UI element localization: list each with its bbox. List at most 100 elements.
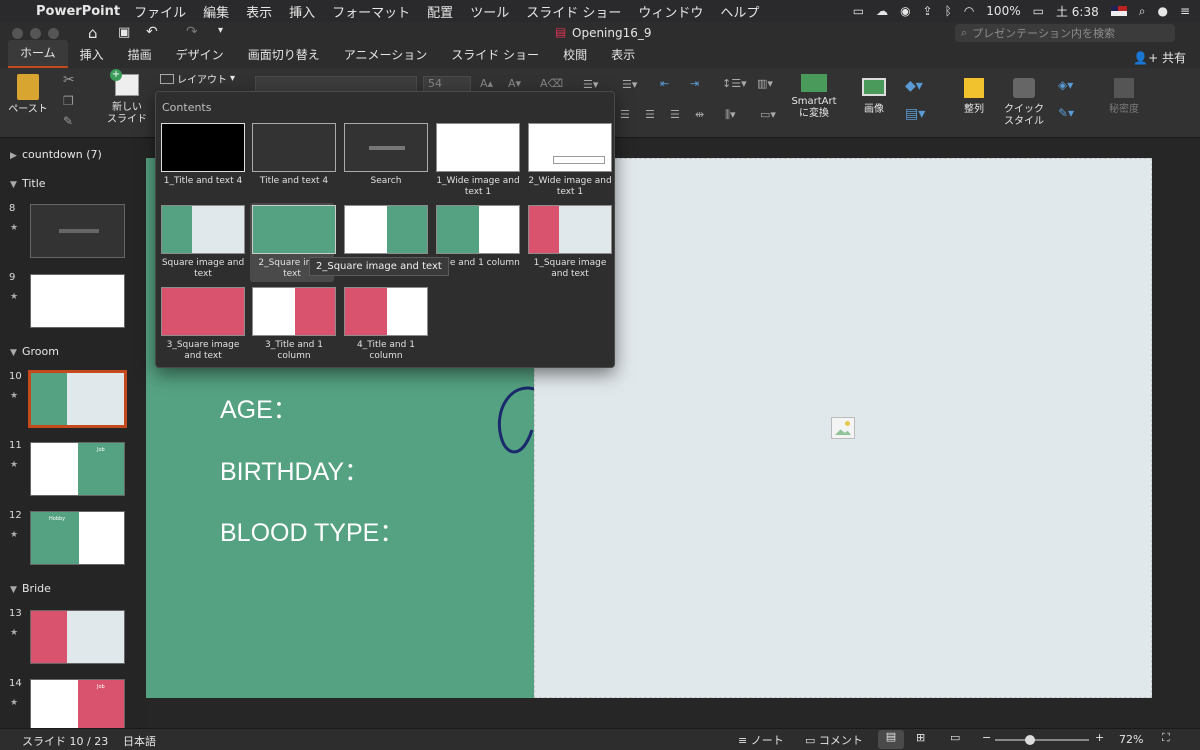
tab-design[interactable]: デザイン [164, 42, 236, 68]
grow-font-icon[interactable]: A▴ [480, 77, 493, 90]
undo-icon[interactable]: ↶ [146, 24, 158, 40]
wifi-icon[interactable]: ◠ [964, 4, 974, 18]
slide-sorter-icon[interactable]: ⊞ [916, 731, 925, 744]
home-icon[interactable]: ⌂ [88, 24, 98, 42]
slide-thumbnail-10[interactable] [28, 370, 127, 428]
cut-icon[interactable]: ✂ [63, 72, 75, 88]
clear-format-icon[interactable]: A⌫ [540, 77, 563, 90]
slide-thumbnail-12[interactable]: Hobby [30, 511, 125, 565]
customize-toolbar-icon[interactable]: ▾ [218, 25, 223, 36]
justify-icon[interactable]: ☰ [670, 108, 680, 121]
bluetooth-icon[interactable]: ᛒ [945, 4, 952, 18]
shape-outline-icon[interactable]: ✎▾ [1058, 106, 1074, 120]
arrange-button[interactable]: 整列 [955, 78, 993, 116]
tab-transitions[interactable]: 画面切り替え [236, 42, 332, 68]
convert-smartart-button[interactable]: SmartArt に変換 [790, 74, 838, 120]
tab-insert[interactable]: 挿入 [68, 42, 116, 68]
slide-thumbnail-panel[interactable]: ▶ countdown (7) ▼ Title 8 ★ 9 ★ ▼ Groom 10 … [0, 138, 146, 728]
slide-thumbnail-13[interactable] [30, 610, 125, 664]
layout-option[interactable]: 2_Wide image and text 1 [528, 123, 612, 198]
battery-icon[interactable]: ▭ [1033, 4, 1044, 18]
tab-review[interactable]: 校閲 [551, 42, 599, 68]
display-icon[interactable]: ▭ [853, 4, 864, 18]
columns-icon[interactable]: ▥▾ [757, 77, 773, 90]
align-right-icon[interactable]: ☰ [645, 108, 655, 121]
tab-draw[interactable]: 描画 [116, 42, 164, 68]
vpn-icon[interactable]: ◉ [900, 4, 910, 18]
picture-button[interactable]: 画像 [856, 78, 892, 116]
tab-animations[interactable]: アニメーション [332, 42, 440, 68]
slide-thumbnail-9[interactable] [30, 274, 125, 328]
increase-indent-icon[interactable]: ⇥ [690, 77, 699, 90]
section-bride[interactable]: ▼ Bride [10, 582, 51, 595]
zoom-out-button[interactable]: − [982, 731, 991, 744]
layout-option[interactable]: 1_Title and text 4 [161, 123, 245, 187]
zoom-in-button[interactable]: + [1095, 731, 1104, 744]
new-slide-button[interactable]: + 新しい スライド [104, 69, 150, 126]
shrink-font-icon[interactable]: A▾ [508, 77, 521, 90]
share-button[interactable]: 👤+ 共有 [1133, 49, 1186, 66]
input-source-flag-icon[interactable] [1110, 6, 1127, 16]
layout-option[interactable]: 1_Wide image and text 1 [436, 123, 520, 198]
menu-insert[interactable]: 挿入 [289, 2, 315, 21]
text-direction-icon[interactable]: ⫼▾ [725, 108, 736, 122]
notes-button[interactable]: ≡ ノート [738, 732, 784, 748]
fullscreen-window-button[interactable] [48, 28, 59, 39]
tab-slideshow[interactable]: スライド ショー [439, 42, 551, 68]
menu-arrange[interactable]: 配置 [427, 2, 453, 21]
cloud-upload-icon[interactable]: ⇪ [923, 4, 933, 18]
normal-view-icon[interactable]: ▤ [878, 730, 904, 749]
textbox-icon[interactable]: ▤▾ [905, 106, 925, 122]
comments-button[interactable]: ▭ コメント [805, 732, 863, 748]
layout-button[interactable]: レイアウト ▾ [160, 71, 235, 86]
menu-slideshow[interactable]: スライド ショー [526, 2, 621, 21]
picture-placeholder-icon[interactable] [831, 417, 855, 439]
document-search-field[interactable]: ⌕ プレゼンテーション内を検索 [955, 24, 1175, 42]
distributed-icon[interactable]: ⇹ [695, 108, 704, 121]
shape-fill-icon[interactable]: ◈▾ [1058, 78, 1073, 92]
menu-edit[interactable]: 編集 [203, 2, 229, 21]
language-indicator[interactable]: 日本語 [123, 733, 156, 749]
app-menu[interactable]: PowerPoint [36, 4, 120, 19]
line-spacing-icon[interactable]: ↕☰▾ [722, 77, 747, 90]
layout-option[interactable]: 3_Title and 1 column [252, 287, 336, 362]
menu-tools[interactable]: ツール [470, 2, 509, 21]
picture-placeholder[interactable] [534, 158, 1152, 698]
blood-type-field[interactable]: BLOOD TYPE： [220, 513, 404, 549]
siri-icon[interactable]: ● [1157, 4, 1167, 18]
notification-center-icon[interactable]: ≡ [1180, 4, 1190, 18]
layout-option[interactable]: Title and text 4 [252, 123, 336, 187]
shapes-icon[interactable]: ◆▾ [905, 78, 923, 94]
slide-thumbnail-14[interactable]: Job [30, 679, 125, 728]
bullets-icon[interactable]: ☰▾ [583, 78, 598, 91]
paste-button[interactable]: ペースト [8, 74, 48, 116]
tab-home[interactable]: ホーム [8, 40, 68, 68]
menu-format[interactable]: フォーマット [332, 2, 410, 21]
close-window-button[interactable] [12, 28, 23, 39]
slide-thumbnail-11[interactable]: Job [30, 442, 125, 496]
copy-icon[interactable]: ❐ [63, 94, 74, 108]
format-painter-icon[interactable]: ✎ [63, 114, 73, 128]
menu-window[interactable]: ウィンドウ [638, 2, 703, 21]
menu-file[interactable]: ファイル [134, 2, 186, 21]
fit-to-window-icon[interactable]: ⛶ [1162, 731, 1170, 745]
quick-styles-button[interactable]: クイック スタイル [1002, 78, 1046, 128]
sensitivity-button[interactable]: 秘密度 [1104, 78, 1144, 116]
slide-thumbnail-8[interactable] [30, 204, 125, 258]
presenter-view-icon[interactable]: ▭ [950, 731, 960, 744]
layout-option[interactable] [344, 205, 428, 254]
layout-option[interactable]: Square image and text [161, 205, 245, 280]
layout-option[interactable]: 4_Title and 1 column [344, 287, 428, 362]
birthday-field[interactable]: BIRTHDAY： [220, 452, 369, 488]
clock[interactable]: 土 6:38 [1056, 3, 1099, 20]
zoom-level[interactable]: 72% [1119, 733, 1143, 746]
menu-view[interactable]: 表示 [246, 2, 272, 21]
layout-option[interactable]: Search [344, 123, 428, 187]
layout-option[interactable]: 3_Square image and text [161, 287, 245, 362]
numbering-icon[interactable]: ☰▾ [622, 78, 637, 91]
section-countdown[interactable]: ▶ countdown (7) [10, 148, 102, 161]
spotlight-search-icon[interactable]: ⌕ [1139, 4, 1146, 19]
redo-icon[interactable]: ↷ [186, 24, 198, 40]
zoom-slider-thumb[interactable] [1025, 735, 1035, 745]
age-field[interactable]: AGE： [220, 390, 298, 426]
